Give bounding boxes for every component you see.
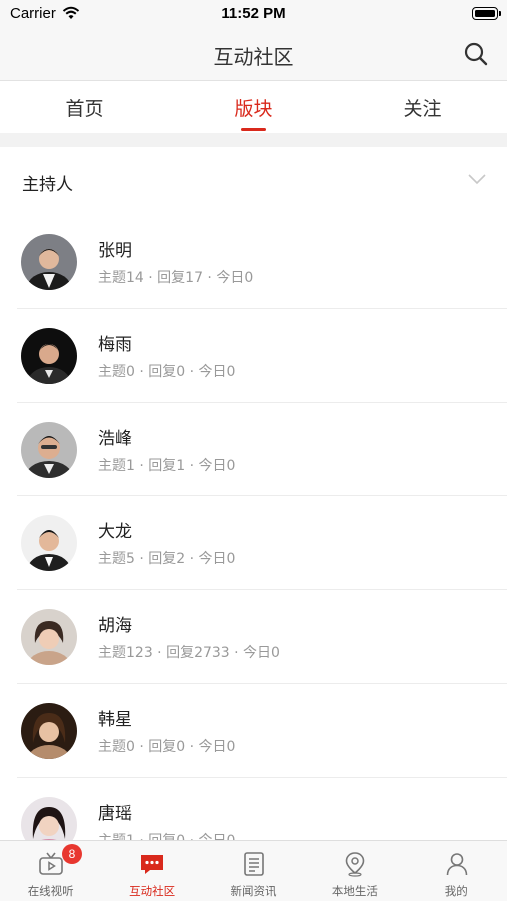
bottom-tab-news[interactable]: 新闻资讯: [203, 841, 304, 901]
battery-icon: [472, 7, 501, 20]
divider: [0, 133, 507, 147]
list-item[interactable]: 张明 主题14 · 回复17 · 今日0: [17, 215, 507, 309]
list-item[interactable]: 胡海 主题123 · 回复2733 · 今日0: [17, 590, 507, 684]
list-item[interactable]: 浩峰 主题1 · 回复1 · 今日0: [17, 403, 507, 497]
host-stats: 主题1 · 回复1 · 今日0: [98, 457, 236, 474]
host-stats: 主题5 · 回复2 · 今日0: [98, 551, 236, 568]
tv-icon: [39, 852, 63, 875]
host-name: 胡海: [98, 616, 132, 637]
bottom-tab-bar: 8 在线视听 互动社区 新闻资讯 本地生活 我的: [0, 840, 507, 901]
bottom-tab-live[interactable]: 8 在线视听: [0, 841, 101, 901]
host-stats: 主题14 · 回复17 · 今日0: [98, 270, 254, 286]
host-stats: 主题0 · 回复0 · 今日0: [98, 363, 236, 380]
active-tab-indicator: [241, 128, 266, 131]
location-icon: [345, 852, 365, 877]
page-title: 互动社区: [213, 45, 294, 69]
tab-home[interactable]: 首页: [0, 94, 169, 121]
news-icon: [243, 852, 264, 876]
list-item[interactable]: 韩星 主题0 · 回复0 · 今日0: [17, 684, 507, 778]
bottom-tab-mine[interactable]: 我的: [406, 841, 507, 901]
host-name: 唐瑶: [98, 803, 132, 824]
list-item[interactable]: 梅雨 主题0 · 回复0 · 今日0: [17, 309, 507, 403]
chevron-down-icon[interactable]: [467, 172, 487, 186]
unread-badge: 8: [62, 844, 82, 864]
avatar: [21, 234, 77, 290]
bottom-tab-label: 本地生活: [331, 884, 378, 898]
list-item[interactable]: 唐瑶 主题1 · 回复0 · 今日0: [17, 778, 507, 840]
host-stats: 主题123 · 回复2733 · 今日0: [98, 645, 280, 662]
status-bar: Carrier 11:52 PM: [0, 0, 507, 28]
avatar: [21, 421, 77, 478]
bottom-tab-label: 互动社区: [129, 884, 176, 898]
search-icon[interactable]: [463, 41, 489, 67]
bottom-tab-label: 我的: [444, 884, 468, 898]
host-name: 张明: [98, 241, 132, 261]
host-stats: 主题1 · 回复0 · 今日0: [98, 830, 235, 840]
nav-bar: 互动社区: [0, 28, 507, 81]
avatar: [21, 609, 77, 666]
tab-following[interactable]: 关注: [338, 94, 507, 121]
avatar: [21, 327, 77, 384]
avatar: [21, 515, 77, 572]
host-name: 大龙: [98, 522, 132, 543]
bottom-tab-label: 在线视听: [27, 884, 74, 898]
avatar: [21, 702, 77, 759]
section-header-hosts[interactable]: 主持人: [0, 147, 507, 213]
host-list: 张明 主题14 · 回复17 · 今日0 梅雨 主题0 · 回复0 · 今日0 …: [0, 215, 507, 840]
host-stats: 主题0 · 回复0 · 今日0: [98, 738, 236, 755]
host-name: 梅雨: [98, 334, 132, 355]
bottom-tab-label: 新闻资讯: [230, 884, 277, 898]
bottom-tab-community[interactable]: 互动社区: [101, 841, 202, 901]
chat-icon: [141, 855, 164, 874]
host-name: 浩峰: [98, 428, 132, 449]
host-name: 韩星: [98, 709, 132, 730]
tab-boards[interactable]: 版块: [169, 94, 338, 121]
clock: 11:52 PM: [221, 5, 286, 22]
segment-tabs: 首页 版块 关注: [0, 81, 507, 133]
list-item[interactable]: 大龙 主题5 · 回复2 · 今日0: [17, 496, 507, 591]
section-title: 主持人: [22, 175, 73, 195]
bottom-tab-local[interactable]: 本地生活: [304, 841, 405, 901]
person-icon: [446, 853, 467, 876]
avatar: [21, 796, 77, 840]
